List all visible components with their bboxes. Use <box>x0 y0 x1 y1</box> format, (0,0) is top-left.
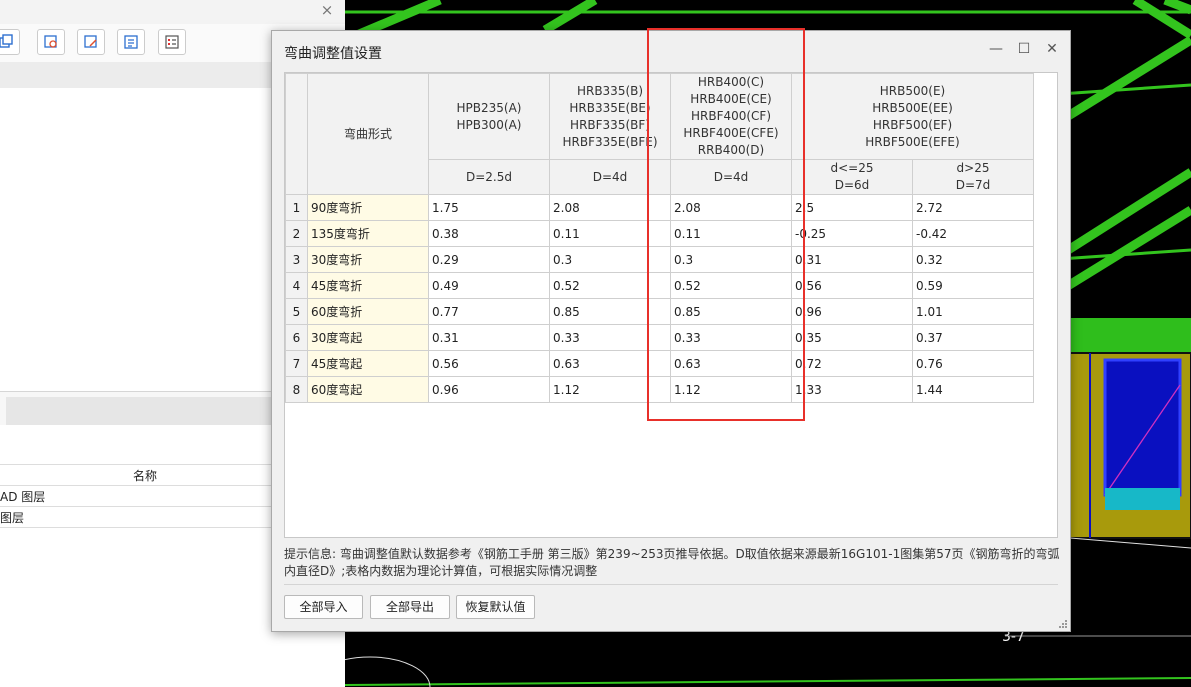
list-icon[interactable] <box>117 29 145 55</box>
value-cell[interactable]: 0.56 <box>428 350 550 377</box>
value-cell[interactable]: 0.72 <box>791 350 913 377</box>
value-cell[interactable]: 0.49 <box>428 272 550 299</box>
row-number: 5 <box>285 298 308 325</box>
layer-row[interactable]: AD 图层 <box>0 485 280 507</box>
value-cell[interactable]: 0.59 <box>912 272 1034 299</box>
table-corner <box>285 73 308 195</box>
diameter-header: d<=25 D=6d <box>791 159 913 195</box>
value-cell[interactable]: 0.85 <box>670 298 792 325</box>
value-cell[interactable]: 0.63 <box>670 350 792 377</box>
diameter-header: D=2.5d <box>428 159 550 195</box>
properties-icon[interactable] <box>158 29 186 55</box>
bend-form-cell: 135度弯折 <box>307 220 429 247</box>
value-cell[interactable]: 0.33 <box>670 324 792 351</box>
value-cell[interactable]: 0.35 <box>791 324 913 351</box>
value-cell[interactable]: 1.12 <box>549 376 671 403</box>
maximize-icon[interactable]: ☐ <box>1014 39 1034 59</box>
import-all-button[interactable]: 全部导入 <box>284 595 363 619</box>
bend-form-cell: 45度弯折 <box>307 272 429 299</box>
value-cell[interactable]: 0.56 <box>791 272 913 299</box>
bend-value-grid: 弯曲形式 HPB235(A) HPB300(A) HRB335(B) HRB33… <box>284 72 1058 538</box>
value-cell[interactable]: 1.01 <box>912 298 1034 325</box>
bend-form-cell: 60度弯起 <box>307 376 429 403</box>
value-cell[interactable]: 0.3 <box>670 246 792 273</box>
bend-table-body: 1 90度弯折 1.75 2.08 2.08 2.5 2.72 2 135度弯折 0.38 0.11… <box>285 194 1034 403</box>
value-cell[interactable]: 0.29 <box>428 246 550 273</box>
table-row: 5 60度弯折 0.77 0.85 0.85 0.96 1.01 <box>285 298 1034 325</box>
table-row: 3 30度弯折 0.29 0.3 0.3 0.31 0.32 <box>285 246 1034 273</box>
value-cell[interactable]: 0.31 <box>428 324 550 351</box>
value-cell[interactable]: 0.85 <box>549 298 671 325</box>
layer-search-icon[interactable] <box>37 29 65 55</box>
table-row: 6 30度弯起 0.31 0.33 0.33 0.35 0.37 <box>285 324 1034 351</box>
grade-header-hrb500: HRB500(E) HRB500E(EE) HRBF500(EF) HRBF50… <box>791 73 1034 160</box>
value-cell[interactable]: 1.44 <box>912 376 1034 403</box>
separator <box>284 584 1058 585</box>
table-row: 2 135度弯折 0.38 0.11 0.11 -0.25 -0.42 <box>285 220 1034 247</box>
value-cell[interactable]: 0.63 <box>549 350 671 377</box>
resize-grip-icon[interactable] <box>1058 619 1068 629</box>
grade-header-hrb400: HRB400(C) HRB400E(CE) HRBF400(CF) HRBF40… <box>670 73 792 160</box>
layer-name-header: 名称 <box>0 464 280 486</box>
diameter-header: D=4d <box>549 159 671 195</box>
value-cell[interactable]: 0.76 <box>912 350 1034 377</box>
row-number: 3 <box>285 246 308 273</box>
bend-form-header: 弯曲形式 <box>307 73 429 195</box>
panel-close-icon[interactable]: × <box>318 1 336 19</box>
row-number: 1 <box>285 194 308 221</box>
bend-value-table: 弯曲形式 HPB235(A) HPB300(A) HRB335(B) HRB33… <box>285 73 1034 403</box>
value-cell[interactable]: 0.31 <box>791 246 913 273</box>
row-number: 4 <box>285 272 308 299</box>
grade-header-hrb335: HRB335(B) HRB335E(BE) HRBF335(BF) HRBF33… <box>549 73 671 160</box>
value-cell[interactable]: 2.08 <box>670 194 792 221</box>
value-cell[interactable]: 1.33 <box>791 376 913 403</box>
value-cell[interactable]: 0.3 <box>549 246 671 273</box>
copy-icon[interactable] <box>0 29 20 55</box>
grade-header-hpb: HPB235(A) HPB300(A) <box>428 73 550 160</box>
table-row: 8 60度弯起 0.96 1.12 1.12 1.33 1.44 <box>285 376 1034 403</box>
row-number: 6 <box>285 324 308 351</box>
value-cell[interactable]: 0.52 <box>549 272 671 299</box>
value-cell[interactable]: 0.77 <box>428 298 550 325</box>
bend-form-cell: 30度弯起 <box>307 324 429 351</box>
dialog-title: 弯曲调整值设置 <box>284 46 382 62</box>
layer-table: 名称 AD 图层 图层 <box>0 464 280 528</box>
value-cell[interactable]: 1.12 <box>670 376 792 403</box>
value-cell[interactable]: 0.96 <box>428 376 550 403</box>
diameter-header: D=4d <box>670 159 792 195</box>
value-cell[interactable]: 1.75 <box>428 194 550 221</box>
row-number: 8 <box>285 376 308 403</box>
minimize-icon[interactable]: — <box>986 39 1006 59</box>
value-cell[interactable]: 2.72 <box>912 194 1034 221</box>
row-number: 2 <box>285 220 308 247</box>
value-cell[interactable]: 0.37 <box>912 324 1034 351</box>
value-cell[interactable]: 0.96 <box>791 298 913 325</box>
value-cell[interactable]: 2.08 <box>549 194 671 221</box>
restore-default-button[interactable]: 恢复默认值 <box>456 595 535 619</box>
table-row: 1 90度弯折 1.75 2.08 2.08 2.5 2.72 <box>285 194 1034 221</box>
value-cell[interactable]: 0.38 <box>428 220 550 247</box>
table-row: 4 45度弯折 0.49 0.52 0.52 0.56 0.59 <box>285 272 1034 299</box>
layer-edit-icon[interactable] <box>77 29 105 55</box>
bend-adjustment-dialog: 弯曲调整值设置 — ☐ ✕ 弯曲形式 HPB235(A) HPB300(A) H… <box>271 30 1071 632</box>
close-icon[interactable]: ✕ <box>1042 39 1062 59</box>
row-number: 7 <box>285 350 308 377</box>
value-cell[interactable]: 0.11 <box>549 220 671 247</box>
bend-form-cell: 60度弯折 <box>307 298 429 325</box>
value-cell[interactable]: -0.25 <box>791 220 913 247</box>
value-cell[interactable]: 0.32 <box>912 246 1034 273</box>
bend-form-cell: 90度弯折 <box>307 194 429 221</box>
value-cell[interactable]: 2.5 <box>791 194 913 221</box>
value-cell[interactable]: -0.42 <box>912 220 1034 247</box>
bend-form-cell: 30度弯折 <box>307 246 429 273</box>
value-cell[interactable]: 0.52 <box>670 272 792 299</box>
export-all-button[interactable]: 全部导出 <box>370 595 450 619</box>
table-row: 7 45度弯起 0.56 0.63 0.63 0.72 0.76 <box>285 350 1034 377</box>
hint-text: 提示信息: 弯曲调整值默认数据参考《钢筋工手册 第三版》第239~253页推导依… <box>284 547 1060 578</box>
bend-form-cell: 45度弯起 <box>307 350 429 377</box>
value-cell[interactable]: 0.11 <box>670 220 792 247</box>
value-cell[interactable]: 0.33 <box>549 324 671 351</box>
layer-row[interactable]: 图层 <box>0 506 280 528</box>
diameter-header: d>25 D=7d <box>912 159 1034 195</box>
